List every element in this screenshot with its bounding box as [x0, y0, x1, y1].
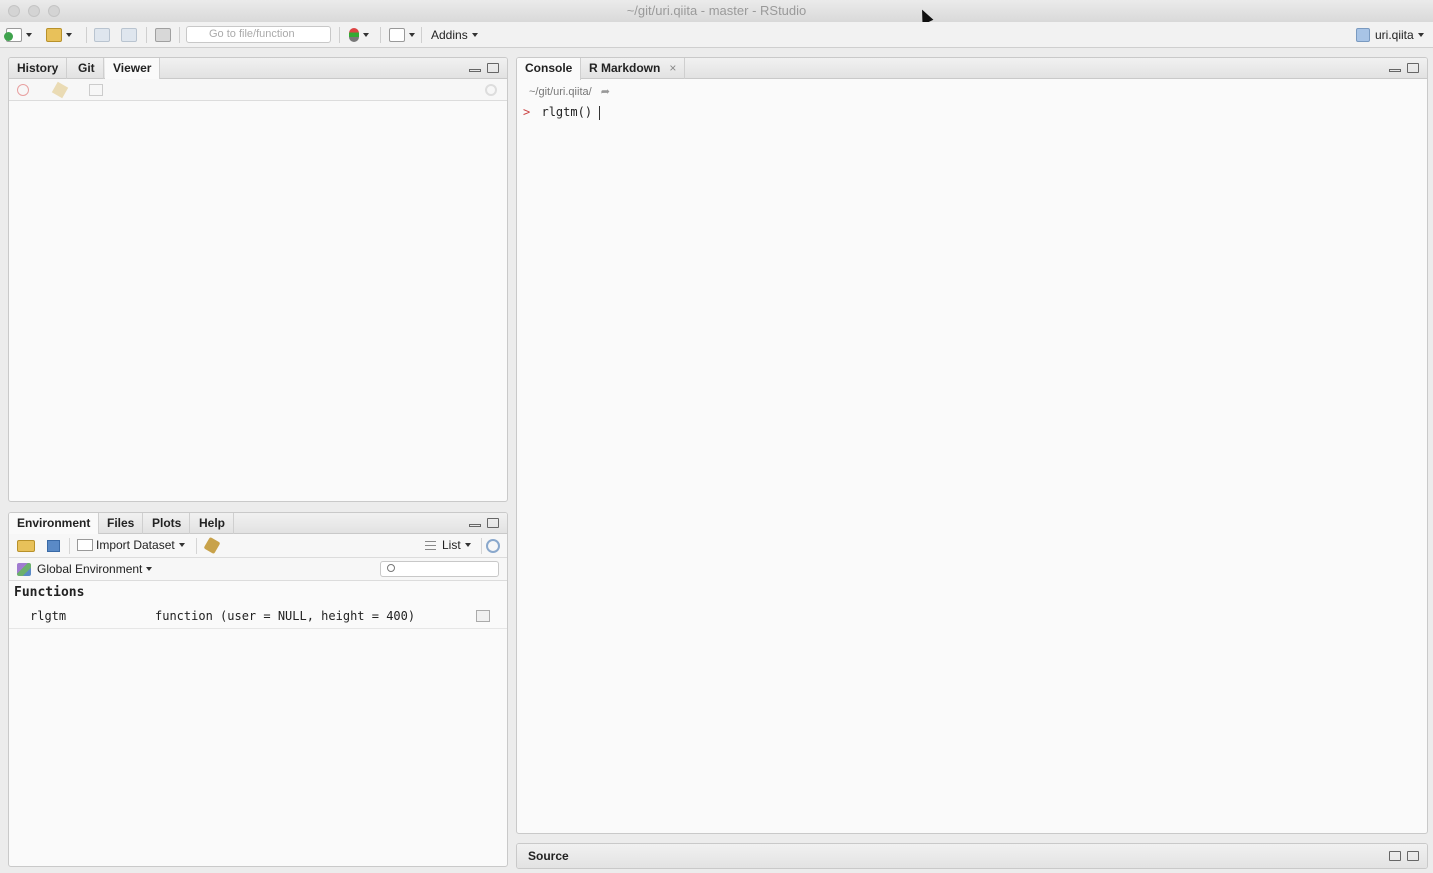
minimize-window-button[interactable]	[28, 5, 40, 17]
table-row[interactable]: rlgtm function (user = NULL, height = 40…	[9, 605, 507, 629]
remove-viewer-icon[interactable]	[17, 84, 29, 96]
view-mode-label: List	[442, 538, 461, 552]
load-workspace-icon[interactable]	[17, 540, 35, 552]
go-to-file-input[interactable]: Go to file/function	[186, 26, 331, 43]
new-file-icon	[4, 28, 22, 42]
export-viewer-icon[interactable]	[89, 84, 103, 96]
import-dataset-label: Import Dataset	[96, 538, 175, 552]
close-window-button[interactable]	[8, 5, 20, 17]
addins-menu[interactable]: Addins	[431, 27, 478, 43]
maximize-env-pane-button[interactable]	[487, 518, 499, 528]
console-prompt: >	[523, 105, 531, 119]
close-tab-icon[interactable]: ×	[669, 58, 676, 78]
tab-help[interactable]: Help	[191, 513, 235, 534]
functions-section-heading: Functions	[14, 585, 85, 600]
tab-environment[interactable]: Environment	[9, 513, 100, 535]
top-left-pane: History Git Viewer	[8, 57, 508, 502]
text-cursor	[599, 105, 601, 120]
bottom-left-pane: Environment Files Plots Help Import Data…	[8, 512, 508, 867]
source-tabstrip: Source	[517, 844, 1427, 868]
addins-label: Addins	[431, 28, 468, 42]
source-title[interactable]: Source	[528, 849, 569, 863]
minimize-pane-button[interactable]	[469, 69, 481, 72]
tab-git[interactable]: Git	[70, 58, 104, 79]
bottom-left-tabstrip: Environment Files Plots Help	[9, 513, 507, 535]
search-icon	[387, 564, 395, 572]
tab-console[interactable]: Console	[517, 58, 582, 80]
minimize-env-pane-button[interactable]	[469, 524, 481, 527]
table-icon	[77, 539, 93, 551]
project-icon	[1356, 28, 1370, 42]
working-directory: ~/git/uri.qiita/ ➦	[529, 85, 610, 98]
zoom-window-button[interactable]	[48, 5, 60, 17]
main-toolbar: Go to file/function Addins uri.qiita	[0, 22, 1433, 48]
goto-placeholder: Go to file/function	[209, 28, 295, 40]
go-to-directory-icon[interactable]: ➦	[601, 85, 610, 98]
environment-label: Global Environment	[37, 562, 143, 576]
environment-icon	[17, 562, 31, 576]
title-bar: ~/git/uri.qiita - master - RStudio	[0, 0, 1433, 25]
project-menu[interactable]: uri.qiita	[1356, 27, 1424, 43]
console-input-line[interactable]: > rlgtm()	[523, 105, 601, 120]
project-label: uri.qiita	[1375, 28, 1414, 42]
save-icon	[94, 28, 110, 42]
save-all-icon	[121, 28, 137, 42]
git-icon	[349, 28, 359, 42]
restore-console-button[interactable]	[1407, 63, 1419, 73]
import-dataset-button[interactable]: Import Dataset	[77, 538, 185, 552]
print-icon	[155, 28, 171, 42]
viewer-toolbar	[9, 79, 507, 101]
minimize-console-button[interactable]	[1389, 69, 1401, 72]
tab-files[interactable]: Files	[99, 513, 144, 534]
environment-toolbar: Import Dataset List	[9, 534, 507, 558]
save-button[interactable]	[94, 27, 110, 43]
maximize-pane-button[interactable]	[487, 63, 499, 73]
r-markdown-label: R Markdown	[589, 61, 661, 75]
view-function-icon[interactable]	[476, 610, 490, 622]
window-title: ~/git/uri.qiita - master - RStudio	[626, 3, 807, 18]
source-pane: Source	[516, 843, 1428, 869]
new-file-button[interactable]	[4, 27, 32, 43]
tab-viewer[interactable]: Viewer	[105, 58, 161, 80]
console-input[interactable]: rlgtm()	[541, 105, 592, 119]
maximize-source-button[interactable]	[1407, 851, 1419, 861]
clear-viewer-icon[interactable]	[51, 81, 69, 99]
top-left-tabstrip: History Git Viewer	[9, 58, 507, 80]
tab-plots[interactable]: Plots	[144, 513, 191, 534]
refresh-environment-icon[interactable]	[486, 539, 500, 553]
vcs-button[interactable]	[349, 27, 369, 43]
environment-search-input[interactable]	[380, 561, 499, 577]
refresh-viewer-icon[interactable]	[485, 84, 497, 96]
list-icon	[425, 540, 436, 550]
tab-history[interactable]: History	[9, 58, 68, 79]
console-tabstrip: Console R Markdown ×	[517, 58, 1427, 80]
restore-source-button[interactable]	[1389, 851, 1401, 861]
view-mode-dropdown[interactable]: List	[425, 538, 471, 552]
working-directory-path: ~/git/uri.qiita/	[529, 86, 592, 98]
environment-dropdown[interactable]: Global Environment	[17, 562, 153, 576]
environment-scope-bar: Global Environment	[9, 558, 507, 581]
save-workspace-icon[interactable]	[47, 540, 60, 552]
env-object-name: rlgtm	[30, 609, 67, 623]
tab-r-markdown[interactable]: R Markdown ×	[581, 58, 686, 79]
workspace-panes-button[interactable]	[389, 27, 415, 43]
broom-icon[interactable]	[203, 536, 221, 555]
open-file-button[interactable]	[46, 27, 72, 43]
print-button[interactable]	[155, 27, 171, 43]
folder-open-icon	[46, 28, 62, 42]
env-object-value: function (user = NULL, height = 400)	[155, 609, 416, 623]
grid-icon	[389, 28, 405, 42]
console-pane: Console R Markdown × ~/git/uri.qiita/ ➦ …	[516, 57, 1428, 834]
save-all-button[interactable]	[121, 27, 137, 43]
